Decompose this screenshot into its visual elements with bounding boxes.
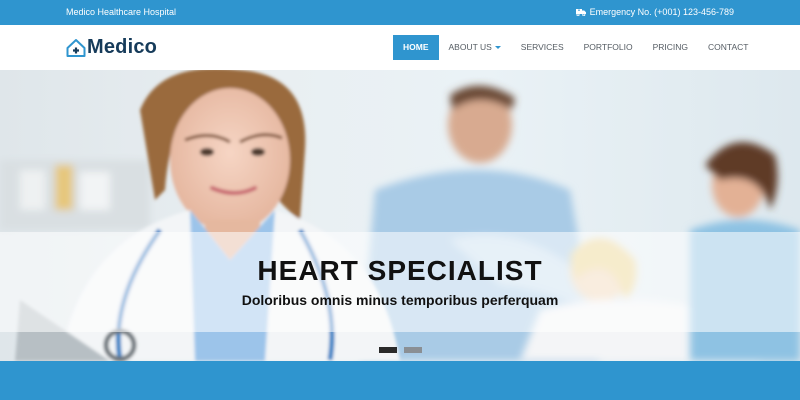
emergency-contact[interactable]: Emergency No. (+001) 123-456-789 (575, 7, 734, 17)
slide-indicator-2[interactable] (404, 347, 422, 353)
nav-contact[interactable]: CONTACT (698, 35, 758, 60)
house-cross-icon (66, 38, 86, 57)
main-navbar: Medico HOME ABOUT US SERVICES PORTFOLIO … (0, 25, 800, 70)
hospital-name: Medico Healthcare Hospital (66, 7, 177, 17)
bottom-section-bar (0, 361, 800, 400)
site-logo[interactable]: Medico (66, 36, 157, 59)
slide-indicator-1[interactable] (379, 347, 397, 353)
nav-contact-label: CONTACT (708, 42, 749, 52)
brand-name: Medico (87, 36, 158, 58)
caret-down-icon (494, 46, 501, 49)
hero-slider: HEART SPECIALIST Doloribus omnis minus t… (0, 70, 800, 361)
top-bar: Medico Healthcare Hospital Emergency No.… (0, 0, 800, 25)
nav-portfolio-label: PORTFOLIO (583, 42, 633, 52)
emergency-number: Emergency No. (+001) 123-456-789 (589, 7, 734, 17)
nav-pricing-label: PRICING (652, 42, 689, 52)
nav-about-us[interactable]: ABOUT US (439, 35, 511, 60)
slider-indicators (379, 347, 422, 353)
nav-pricing[interactable]: PRICING (643, 35, 698, 60)
hero-subtitle: Doloribus omnis minus temporibus perferq… (241, 292, 559, 308)
nav-portfolio[interactable]: PORTFOLIO (574, 35, 643, 60)
nav-about-us-label: ABOUT US (448, 42, 492, 52)
nav-home[interactable]: HOME (393, 35, 439, 60)
hero-title: HEART SPECIALIST (257, 255, 543, 286)
ambulance-icon (575, 9, 586, 16)
nav-services-label: SERVICES (520, 42, 564, 52)
nav-services[interactable]: SERVICES (511, 35, 574, 60)
nav-menu: HOME ABOUT US SERVICES PORTFOLIO PRICING… (393, 35, 758, 60)
nav-home-label: HOME (403, 42, 429, 52)
